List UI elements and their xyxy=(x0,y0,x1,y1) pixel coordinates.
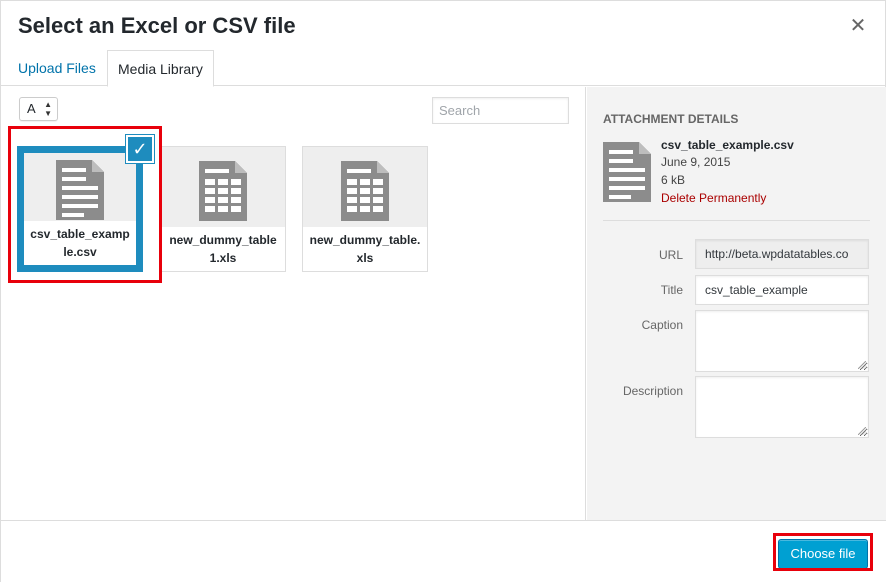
resize-handle-icon[interactable] xyxy=(858,361,866,369)
sort-select[interactable]: A ▲ ▼ xyxy=(19,97,58,121)
updown-arrows-icon: ▲ ▼ xyxy=(44,100,52,118)
modal-footer-toolbar: Choose file xyxy=(1,520,886,582)
document-icon xyxy=(603,142,651,202)
details-heading: Attachment Details xyxy=(603,112,739,126)
choose-file-button[interactable]: Choose file xyxy=(778,539,868,569)
attachment-item-new-dummy-table[interactable]: new_dummy_table.xls xyxy=(302,146,428,272)
title-label: Title xyxy=(660,283,683,297)
caption-field[interactable] xyxy=(695,310,869,372)
tab-media-library[interactable]: Media Library xyxy=(107,50,214,87)
description-field[interactable] xyxy=(695,376,869,438)
attachment-item-csv-table-example[interactable]: csv_table_example.csv xyxy=(17,146,143,272)
detail-date: June 9, 2015 xyxy=(661,155,731,169)
spreadsheet-icon xyxy=(199,161,247,221)
url-field[interactable]: http://beta.wpdatatables.co xyxy=(695,239,869,269)
url-label: URL xyxy=(658,248,683,262)
media-modal: Select an Excel or CSV file ✕ Upload Fil… xyxy=(0,0,886,582)
search-input[interactable] xyxy=(432,97,569,124)
detail-size: 6 kB xyxy=(661,173,686,187)
attachments-browser: A ▲▼ csv_table_example.csv xyxy=(1,87,586,520)
attachment-filename: new_dummy_table1.xls xyxy=(161,227,285,271)
spreadsheet-icon xyxy=(341,161,389,221)
checkmark-icon[interactable]: ✓ xyxy=(126,135,154,163)
document-icon xyxy=(56,160,104,220)
divider xyxy=(603,220,870,221)
attachment-filename: csv_table_example.csv xyxy=(24,221,136,265)
attachment-details-sidebar: Attachment Details csv_table_example.csv… xyxy=(587,87,886,520)
tab-upload-files[interactable]: Upload Files xyxy=(8,50,106,86)
sort-select-value: A xyxy=(27,101,36,116)
detail-filename: csv_table_example.csv xyxy=(661,138,794,152)
resize-handle-icon[interactable] xyxy=(858,427,866,435)
tab-bar: Upload Files Media Library xyxy=(1,50,886,87)
delete-permanently-link[interactable]: Delete Permanently xyxy=(661,191,766,205)
description-label: Description xyxy=(622,384,683,398)
close-icon[interactable]: ✕ xyxy=(847,15,869,37)
caption-label: Caption xyxy=(641,318,683,332)
attachment-item-new-dummy-table1[interactable]: new_dummy_table1.xls xyxy=(160,146,286,272)
modal-title: Select an Excel or CSV file xyxy=(18,13,296,38)
title-field[interactable]: csv_table_example xyxy=(695,275,869,305)
attachment-filename: new_dummy_table.xls xyxy=(303,227,427,271)
